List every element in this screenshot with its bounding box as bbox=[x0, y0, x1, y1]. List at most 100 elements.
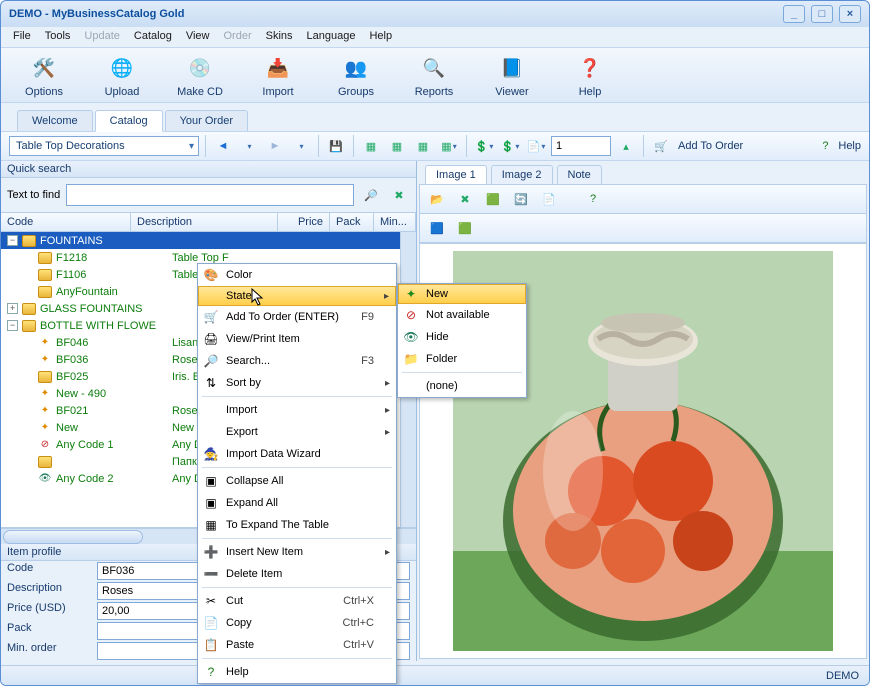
ctx-expandall[interactable]: ▣Expand All bbox=[198, 492, 396, 514]
menu-tools[interactable]: Tools bbox=[39, 29, 77, 45]
sub-folder[interactable]: 📁Folder bbox=[398, 348, 526, 370]
wizard-icon: 🧙 bbox=[202, 445, 220, 463]
ctx-help[interactable]: ?Help bbox=[198, 661, 396, 683]
ctx-importwizard[interactable]: 🧙Import Data Wizard bbox=[198, 443, 396, 465]
tb-viewer[interactable]: 📘Viewer bbox=[483, 52, 541, 98]
tab-catalog[interactable]: Catalog bbox=[95, 110, 163, 132]
tb-makecd[interactable]: 💿Make CD bbox=[171, 52, 229, 98]
ctx-import[interactable]: Import bbox=[198, 399, 396, 421]
ctx-state[interactable]: State bbox=[198, 286, 396, 306]
ctx-insertnew[interactable]: ➕Insert New Item bbox=[198, 541, 396, 563]
nav-back-button[interactable]: ◄ bbox=[212, 135, 234, 157]
nav-back-dropdown[interactable] bbox=[238, 135, 260, 157]
col-min[interactable]: Min... bbox=[374, 213, 416, 231]
menu-file[interactable]: File bbox=[7, 29, 37, 45]
tab-note[interactable]: Note bbox=[557, 165, 602, 184]
img-scale-button[interactable]: 🟦 bbox=[426, 217, 448, 239]
col-pack[interactable]: Pack bbox=[330, 213, 374, 231]
search-button[interactable]: 🔎 bbox=[360, 184, 382, 206]
ctx-cut[interactable]: ✂CutCtrl+X bbox=[198, 590, 396, 612]
hscroll-thumb[interactable] bbox=[3, 530, 143, 544]
menu-order[interactable]: Order bbox=[217, 29, 257, 45]
ctx-paste[interactable]: 📋PasteCtrl+V bbox=[198, 634, 396, 656]
tab-welcome[interactable]: Welcome bbox=[17, 110, 93, 131]
action1-button[interactable]: ▦ bbox=[360, 135, 382, 157]
help-icon: ? bbox=[202, 663, 220, 681]
tree-code: BF025 bbox=[56, 371, 172, 383]
col-price[interactable]: Price bbox=[278, 213, 330, 231]
tb-help[interactable]: ❓Help bbox=[561, 52, 619, 98]
ctx-toexpand[interactable]: ▦To Expand The Table bbox=[198, 514, 396, 536]
tree-code: F1218 bbox=[56, 252, 172, 264]
maximize-button[interactable]: □ bbox=[811, 5, 833, 23]
minimize-button[interactable]: _ bbox=[783, 5, 805, 23]
tree-toggle[interactable]: − bbox=[7, 320, 18, 331]
copy-dropdown[interactable]: 📄 bbox=[525, 135, 547, 157]
img-delete-button[interactable]: ✖ bbox=[454, 188, 476, 210]
tb-upload[interactable]: 🌐Upload bbox=[93, 52, 151, 98]
noavail-icon: ⊘ bbox=[38, 438, 52, 452]
qty-input[interactable] bbox=[551, 136, 611, 156]
tree-toggle[interactable]: + bbox=[7, 303, 18, 314]
nav-forward-button[interactable]: ► bbox=[264, 135, 286, 157]
money1-dropdown[interactable]: 💲 bbox=[473, 135, 495, 157]
ctx-delete[interactable]: ➖Delete Item bbox=[198, 563, 396, 585]
delete-icon: ➖ bbox=[202, 565, 220, 583]
spacer bbox=[566, 188, 576, 210]
img-help-button[interactable]: ? bbox=[582, 188, 604, 210]
col-code[interactable]: Code bbox=[1, 213, 131, 231]
menu-help[interactable]: Help bbox=[363, 29, 398, 45]
upload-icon: 🌐 bbox=[106, 52, 138, 84]
menu-skins[interactable]: Skins bbox=[260, 29, 299, 45]
tb-options[interactable]: 🛠️Options bbox=[15, 52, 73, 98]
nav-forward-dropdown[interactable] bbox=[290, 135, 312, 157]
ctx-search[interactable]: 🔎Search...F3 bbox=[198, 350, 396, 372]
search-clear-button[interactable]: ✖ bbox=[388, 184, 410, 206]
sub-new[interactable]: ✦New bbox=[398, 284, 526, 304]
help-link[interactable]: Help bbox=[838, 140, 861, 152]
ctx-collapseall[interactable]: ▣Collapse All bbox=[198, 470, 396, 492]
new-icon: ✦ bbox=[38, 336, 52, 350]
tree-row[interactable]: −FOUNTAINS bbox=[1, 232, 416, 249]
category-combo[interactable]: Table Top Decorations bbox=[9, 136, 199, 156]
qty-spinner[interactable]: ▴ bbox=[615, 135, 637, 157]
img-3d-button[interactable]: 🟩 bbox=[482, 188, 504, 210]
img-copy-button[interactable]: 📄 bbox=[538, 188, 560, 210]
menu-update[interactable]: Update bbox=[78, 29, 125, 45]
sub-notavailable[interactable]: ⊘Not available bbox=[398, 304, 526, 326]
save-button[interactable]: 💾 bbox=[325, 135, 347, 157]
sub-hide[interactable]: 👁Hide bbox=[398, 326, 526, 348]
close-button[interactable]: × bbox=[839, 5, 861, 23]
menu-catalog[interactable]: Catalog bbox=[128, 29, 178, 45]
menu-view[interactable]: View bbox=[180, 29, 216, 45]
ctx-sortby[interactable]: ⇅Sort by bbox=[198, 372, 396, 394]
tb-import[interactable]: 📥Import bbox=[249, 52, 307, 98]
ctx-viewprint[interactable]: 🖨View/Print Item bbox=[198, 328, 396, 350]
action3-button[interactable]: ▦ bbox=[412, 135, 434, 157]
viewer-icon: 📘 bbox=[496, 52, 528, 84]
col-description[interactable]: Description bbox=[131, 213, 278, 231]
search-input[interactable] bbox=[66, 184, 354, 206]
tb-reports[interactable]: 🔍Reports bbox=[405, 52, 463, 98]
img-refresh-button[interactable]: 🔄 bbox=[510, 188, 532, 210]
tb-groups[interactable]: 👥Groups bbox=[327, 52, 385, 98]
tree-toggle[interactable]: − bbox=[7, 235, 18, 246]
ctx-addtoorder[interactable]: 🛒Add To Order (ENTER)F9 bbox=[198, 306, 396, 328]
separator bbox=[318, 135, 319, 157]
tab-yourorder[interactable]: Your Order bbox=[165, 110, 248, 131]
action4-dropdown[interactable]: ▦ bbox=[438, 135, 460, 157]
addtoorder-button[interactable]: Add To Order bbox=[678, 140, 743, 152]
img-fit-button[interactable]: 🟩 bbox=[454, 217, 476, 239]
tab-image2[interactable]: Image 2 bbox=[491, 165, 553, 184]
money2-dropdown[interactable]: 💲 bbox=[499, 135, 521, 157]
expand-icon: ▣ bbox=[202, 494, 220, 512]
sub-none[interactable]: (none) bbox=[398, 375, 526, 397]
ctx-export[interactable]: Export bbox=[198, 421, 396, 443]
ctx-color[interactable]: 🎨Color bbox=[198, 264, 396, 286]
action2-button[interactable]: ▦ bbox=[386, 135, 408, 157]
menu-language[interactable]: Language bbox=[301, 29, 362, 45]
separator bbox=[202, 658, 392, 659]
ctx-copy[interactable]: 📄CopyCtrl+C bbox=[198, 612, 396, 634]
img-open-button[interactable]: 📂 bbox=[426, 188, 448, 210]
tab-image1[interactable]: Image 1 bbox=[425, 165, 487, 184]
